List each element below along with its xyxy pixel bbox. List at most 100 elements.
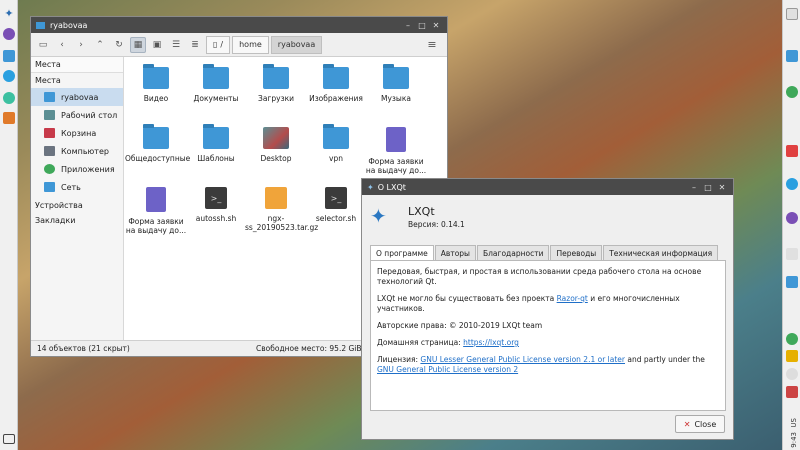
lxqt-logo-icon: ✦ (370, 204, 387, 228)
tab-bar: О программе Авторы Благодарности Перевод… (370, 245, 719, 260)
folder-download-icon (263, 64, 289, 89)
drive-icon: ▯ (213, 40, 218, 49)
messenger-icon[interactable] (3, 92, 15, 104)
document-icon (146, 187, 166, 212)
sidebar: Места Места ryabovaa Рабочий стол Корзин… (31, 57, 124, 342)
description: Передовая, быстрая, и простая в использо… (377, 267, 702, 286)
dialog-title: О LXQt (377, 182, 406, 192)
tab-technical-info[interactable]: Техническая информация (603, 245, 719, 260)
reload-icon[interactable]: ↻ (111, 37, 127, 53)
sidebar-item-trash[interactable]: Корзина (31, 124, 123, 142)
file-item[interactable]: >_ autossh.sh (185, 187, 247, 223)
bookmarks-section[interactable]: Закладки (31, 213, 123, 228)
notification-icon[interactable] (786, 350, 798, 362)
close-dialog-button[interactable]: ✕ Close (675, 415, 725, 433)
app-launcher-icon[interactable] (3, 28, 15, 40)
file-item[interactable]: Музыка (365, 64, 427, 103)
copyright: Авторские права: © 2010-2019 LXQt team (377, 321, 543, 330)
keyboard-layout[interactable]: US (790, 418, 798, 428)
document-icon (386, 127, 406, 152)
file-item[interactable]: Общедоступные (125, 124, 190, 163)
script-icon: >_ (325, 187, 347, 209)
status-count: 14 объектов (21 скрыт) (37, 344, 130, 353)
razor-qt-link[interactable]: Razor-qt (557, 294, 588, 303)
toolbar: ▭ ‹ › ⌃ ↻ ▦ ▣ ☰ ≣ ▯ / home ryabovaa ≡ (31, 33, 447, 57)
desktop-icon (263, 127, 289, 149)
lgpl-link[interactable]: GNU Lesser General Public License versio… (420, 355, 625, 364)
lxqt-icon: ✦ (367, 182, 374, 192)
icon-view-icon[interactable]: ▦ (130, 36, 146, 53)
compact-view-icon[interactable]: ☰ (168, 37, 184, 53)
lxqt-tray-icon[interactable] (786, 276, 798, 288)
clock[interactable]: 9:43 (790, 432, 798, 448)
places-section[interactable]: Места (31, 73, 123, 88)
file-item[interactable]: Шаблоны (185, 124, 247, 163)
file-manager-icon[interactable] (3, 50, 15, 62)
razor-paragraph: LXQt не могло бы существовать без проект… (377, 294, 680, 313)
sidebar-item-network[interactable]: Сеть (31, 178, 123, 196)
tab-authors[interactable]: Авторы (434, 245, 476, 260)
folder-task-icon[interactable] (786, 50, 798, 62)
folder-video-icon (143, 64, 169, 89)
folder-icon (36, 21, 45, 29)
file-item[interactable]: ngx-ss_20190523.tar.gz (245, 187, 318, 232)
launcher-tray-icon[interactable] (786, 212, 798, 224)
menu-icon[interactable]: ≡ (424, 37, 440, 53)
gpl-link[interactable]: GNU General Public License version 2 (377, 365, 518, 374)
opera-icon[interactable] (786, 145, 798, 157)
breadcrumb-current[interactable]: ryabovaa (270, 35, 323, 54)
folder-icon (323, 124, 349, 149)
file-item[interactable]: >_ selector.sh (305, 187, 367, 223)
network-icon[interactable] (786, 333, 798, 345)
battery-icon[interactable] (786, 386, 798, 398)
folder-pictures-icon (323, 64, 349, 89)
sidebar-item-applications[interactable]: Приложения (31, 160, 123, 178)
minimize-button[interactable]: – (402, 19, 414, 31)
sidebar-item-desktop[interactable]: Рабочий стол (31, 106, 123, 124)
places-combo[interactable]: Места (31, 57, 123, 73)
about-dialog: ✦ О LXQt – □ ✕ ✦ LXQt Версия: 0.14.1 О п… (361, 178, 734, 440)
tab-translations[interactable]: Переводы (550, 245, 603, 260)
file-item[interactable]: Форма заявки на выдачу до... (125, 187, 187, 235)
window-icon[interactable] (786, 8, 798, 20)
file-item[interactable]: vpn (305, 124, 367, 163)
detail-view-icon[interactable]: ≣ (187, 37, 203, 53)
file-item[interactable]: Desktop (245, 127, 307, 163)
tab-about[interactable]: О программе (370, 245, 434, 260)
breadcrumb-home[interactable]: home (232, 35, 269, 54)
close-button[interactable]: ✕ (716, 181, 728, 193)
homepage-link[interactable]: https://lxqt.org (463, 338, 519, 347)
lxqt-menu-icon[interactable]: ✦ (3, 8, 15, 20)
skype-icon[interactable] (3, 70, 15, 82)
sidebar-item-home[interactable]: ryabovaa (31, 88, 123, 106)
show-desktop-icon[interactable] (3, 434, 15, 444)
file-item[interactable]: Видео (125, 64, 187, 103)
maximize-button[interactable]: □ (702, 181, 714, 193)
network-folder-icon (44, 182, 55, 192)
close-button[interactable]: ✕ (430, 19, 442, 31)
forward-icon[interactable]: › (73, 37, 89, 53)
dialog-title-bar[interactable]: ✦ О LXQt – □ ✕ (362, 179, 733, 195)
breadcrumb-root[interactable]: ▯ / (206, 35, 231, 54)
layers-icon[interactable] (3, 112, 15, 124)
sidebar-item-computer[interactable]: Компьютер (31, 142, 123, 160)
maximize-button[interactable]: □ (416, 19, 428, 31)
computer-icon (44, 146, 55, 156)
update-icon[interactable] (786, 86, 798, 98)
back-icon[interactable]: ‹ (54, 37, 70, 53)
minimize-button[interactable]: – (688, 181, 700, 193)
file-item[interactable]: Изображения (305, 64, 367, 103)
up-icon[interactable]: ⌃ (92, 37, 108, 53)
title-bar[interactable]: ryabovaa – □ ✕ (31, 17, 447, 33)
skype-tray-icon[interactable] (786, 178, 798, 190)
file-item[interactable]: Форма заявки на выдачу до... (365, 127, 427, 175)
thumbnail-view-icon[interactable]: ▣ (149, 37, 165, 53)
file-item[interactable]: Загрузки (245, 64, 307, 103)
tab-thanks[interactable]: Благодарности (476, 245, 550, 260)
volume-icon[interactable] (786, 368, 798, 380)
file-item[interactable]: Документы (185, 64, 247, 103)
new-tab-icon[interactable]: ▭ (35, 37, 51, 53)
devices-section[interactable]: Устройства (31, 198, 123, 213)
gear-tray-icon[interactable] (786, 248, 798, 260)
archive-icon (265, 187, 287, 209)
